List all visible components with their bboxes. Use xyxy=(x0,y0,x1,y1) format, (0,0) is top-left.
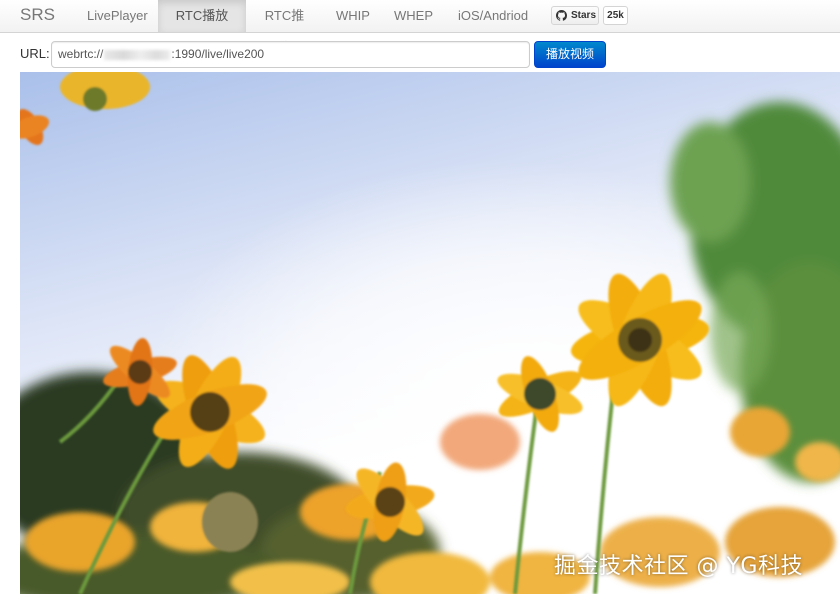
nav-item-whip[interactable]: WHIP xyxy=(323,0,381,32)
video-player[interactable] xyxy=(20,72,840,594)
url-redacted-host xyxy=(104,49,171,60)
nav-item-rtc-publisher[interactable]: RTC推流 xyxy=(246,0,323,55)
video-watermark: 掘金技术社区 @ YG科技 xyxy=(554,554,803,579)
github-stars-button[interactable]: Stars xyxy=(551,6,599,25)
github-icon xyxy=(556,10,567,21)
nav-item-whep[interactable]: WHEP xyxy=(381,0,445,32)
url-label: URL: xyxy=(20,46,50,61)
brand-logo[interactable]: SRS xyxy=(20,5,55,25)
github-stars-count[interactable]: 25k xyxy=(603,6,628,25)
video-frame-flowers xyxy=(20,72,840,594)
url-input[interactable]: webrtc:// :1990/live/live200 xyxy=(51,41,530,68)
top-navbar: SRS LivePlayer RTC播放器 RTC推流 WHIP WHEP iO… xyxy=(0,0,840,55)
nav-item-liveplayer[interactable]: LivePlayer xyxy=(74,0,158,32)
play-video-button[interactable]: 播放视频 xyxy=(534,41,606,68)
nav-item-rtc-player[interactable]: RTC播放器 xyxy=(158,0,246,55)
nav-item-ios-android[interactable]: iOS/Andriod xyxy=(445,0,538,32)
github-stars-label: Stars xyxy=(571,10,597,21)
url-value-prefix: webrtc:// xyxy=(58,47,104,61)
url-value-suffix: :1990/live/live200 xyxy=(171,47,265,61)
